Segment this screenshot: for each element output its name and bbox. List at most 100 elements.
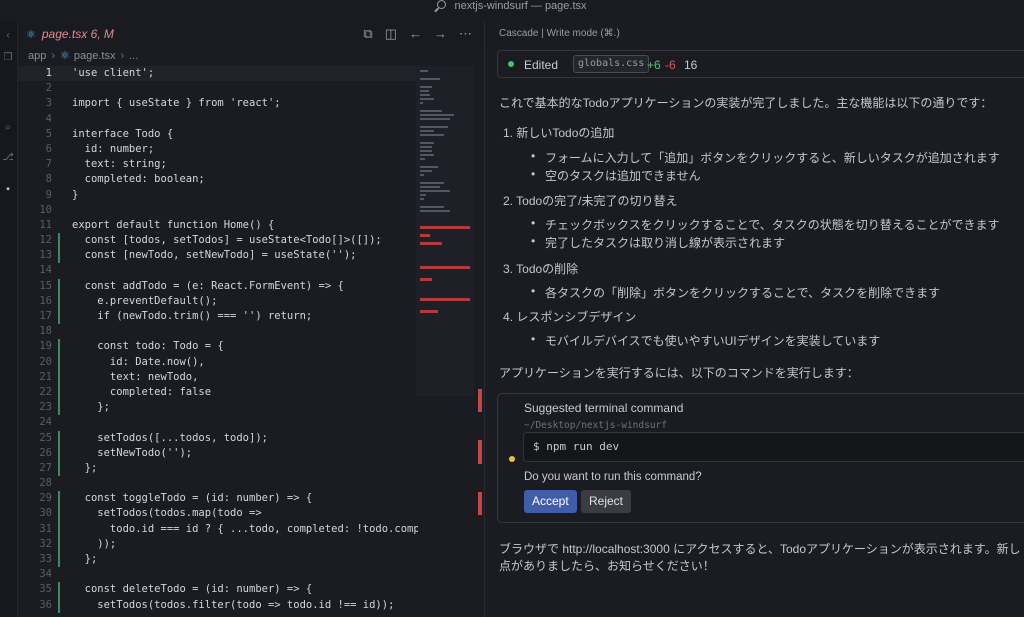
search-activity-icon[interactable]: ⌕ [2,122,14,134]
code-line[interactable]: 27 }; [18,460,418,477]
code-line[interactable]: 6 id: number; [18,142,418,157]
list-item: 4. レスポンシブデザイン [503,308,636,325]
code-line[interactable]: 13 const [newTodo, setNewTodo] = useStat… [18,248,418,264]
code-line[interactable]: 15 const addTodo = (e: React.FormEvent) … [18,278,418,294]
code-line[interactable]: 9} [18,188,418,203]
code-line[interactable]: 16 e.preventDefault(); [18,293,418,309]
tab-page-tsx[interactable]: ⚛ page.tsx 6, M [26,22,114,46]
pending-dot-icon [509,456,515,462]
code-line[interactable]: 31 todo.id === id ? { ...todo, completed… [18,521,418,537]
line-number: 19 [39,340,52,353]
compare-icon[interactable]: ⧉ [363,26,372,41]
list-number: 4. [503,310,514,324]
breadcrumb-file[interactable]: page.tsx [74,50,116,62]
list-title: Todoの削除 [516,262,579,276]
command-box[interactable]: $ npm run dev [523,432,1024,462]
code-line[interactable]: 29 const toggleTodo = (id: number) => { [18,491,418,507]
code-line[interactable]: 26 setNewTodo(''); [18,445,418,461]
code-line[interactable]: 1 'use client'; [18,66,418,82]
accept-button[interactable]: Accept [524,490,577,513]
change-count: 16 [684,58,698,72]
line-number: 21 [39,370,52,383]
code-editor: ⚛ page.tsx 6, M ⧉ ◫ ← → ⋯ app › ⚛ page.tsx ›... 1… [18,22,484,617]
code-line[interactable]: 19 const todo: Todo = { [18,339,418,355]
back-arrow-icon[interactable]: ← [409,26,422,41]
line-number: 5 [45,127,52,140]
code-line[interactable]: 20 id: Date.now(), [18,354,418,370]
code-area[interactable]: 1'use client'; 2 3 import { useState } from… [18,66,418,617]
code-line[interactable]: 24 [18,415,418,430]
minimap[interactable] [416,66,474,396]
git-change-marker [58,233,60,249]
breadcrumb-more[interactable]: ... [129,50,138,62]
search-icon[interactable] [437,0,447,9]
code-line[interactable]: 10 [18,203,418,218]
code-text: export default function Home() { [72,218,275,231]
code-line[interactable]: 35 const deleteTodo = (id: number) => { [18,582,418,598]
chevron-left-icon[interactable]: ‹ [2,30,14,42]
code-text: completed: boolean; [72,173,205,186]
line-number: 24 [39,416,52,429]
minimap-line [420,142,434,144]
lines-added: +6 [647,58,661,72]
code-line[interactable]: 3 import { useState } from 'react'; [18,96,418,111]
line-number: 31 [39,522,52,535]
code-line[interactable]: 12 const [todos, setTodos] = useState<To… [18,233,418,249]
code-text: text: newTodo, [72,370,199,383]
code-line[interactable]: 34 [18,567,418,582]
code-line[interactable]: 21 text: newTodo, [18,369,418,385]
minimap-line [420,126,448,128]
forward-arrow-icon[interactable]: → [434,26,447,41]
code-text: completed: false [72,385,212,398]
code-line[interactable]: 22 completed: false [18,384,418,401]
git-change-marker [58,248,60,264]
code-line[interactable]: 8 completed: boolean; [18,172,418,187]
code-text: text: string; [72,158,167,171]
code-line[interactable]: 11 export default function Home() { [18,218,418,233]
code-line[interactable]: 5 interface Todo { [18,127,418,142]
edited-file-card[interactable]: Edited globals.css +6 -6 16 [497,50,1024,78]
diff-marker [478,389,482,412]
line-number: 9 [45,188,52,201]
more-icon[interactable]: ⋯ [459,26,472,41]
code-line[interactable]: 32 )); [18,536,418,552]
code-text: todo.id === id ? { ...todo, completed: !… [72,522,418,535]
file-chip[interactable]: globals.css [573,55,650,73]
code-line[interactable]: 14 [18,263,418,278]
minimap-line [420,182,444,184]
breadcrumb-app[interactable]: app [28,50,46,62]
source-control-icon[interactable]: ⎇ [2,152,14,164]
line-number: 35 [39,583,52,596]
list-number: 3. [503,262,514,276]
line-number: 12 [39,234,52,247]
code-line[interactable]: 2 [18,81,418,96]
code-line[interactable]: 23 }; [18,400,418,416]
edited-label: Edited [524,58,559,72]
code-line[interactable]: 30 setTodos(todos.map(todo => [18,506,418,522]
split-editor-icon[interactable]: ◫ [385,26,397,41]
code-line[interactable]: 25 setTodos([...todos, todo]); [18,430,418,446]
minimap-line [420,94,430,96]
code-text: e.preventDefault(); [72,294,218,307]
line-number: 33 [39,553,52,565]
outro-text: ブラウザで http://localhost:3000 にアクセスすると、Tod… [499,542,1021,556]
minimap-line [420,146,432,148]
reject-button[interactable]: Reject [581,490,632,513]
code-line[interactable]: 28 [18,476,418,491]
line-number: 13 [39,249,52,262]
extensions-icon[interactable]: ▪ [2,184,14,196]
git-change-marker [58,552,60,568]
minimap-line [420,70,428,72]
code-line[interactable]: 17 if (newTodo.trim() === '') return; [18,309,418,325]
code-text: const [newTodo, setNewTodo] = useState('… [72,249,357,262]
minimap-line [420,78,440,80]
code-text: }; [72,553,98,565]
code-line[interactable]: 4 [18,112,418,127]
code-line[interactable]: 18 [18,324,418,339]
files-icon[interactable]: ❐ [2,52,14,64]
minimap-diff [420,226,470,229]
code-line[interactable]: 7 text: string; [18,157,418,172]
cascade-panel: Cascade | Write mode (⌘.) Edited globals… [484,22,1024,617]
code-line[interactable]: 36 setTodos(todos.filter(todo => todo.id… [18,597,418,613]
code-line[interactable]: 33 }; [18,552,418,568]
